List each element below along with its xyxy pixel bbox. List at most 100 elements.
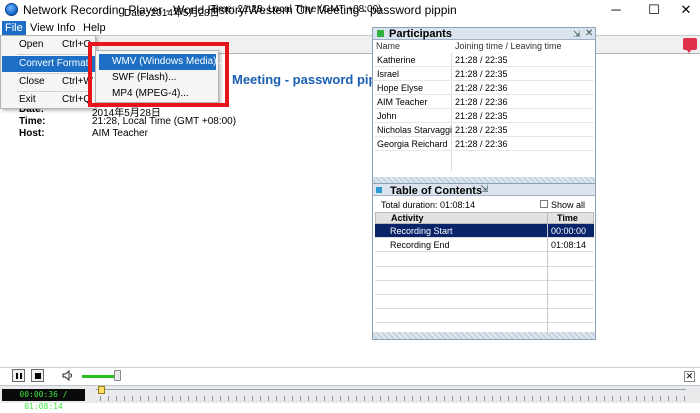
- participant-time: 21:28 / 22:35: [455, 125, 508, 135]
- app-logo-icon: [5, 3, 18, 16]
- chat-icon[interactable]: [683, 38, 697, 53]
- row-divider: [375, 308, 594, 309]
- timeline-tick: [572, 396, 573, 401]
- menu-open-label: Open: [19, 39, 44, 50]
- pin-icon[interactable]: ⇲: [573, 29, 581, 40]
- timeline-tick: [380, 396, 381, 401]
- timeline-tick: [404, 396, 405, 401]
- participant-row[interactable]: Nicholas Starvaggi 21:28 / 22:35: [374, 123, 594, 137]
- close-window-button[interactable]: ✕: [668, 0, 700, 20]
- toc-row[interactable]: Recording Start 00:00:00: [375, 224, 594, 238]
- timeline-tick: [148, 396, 149, 401]
- timeline-tick: [548, 396, 549, 401]
- timeline-tick: [228, 396, 229, 401]
- timeline-tick: [292, 396, 293, 401]
- menu-open[interactable]: Open Ctrl+O: [2, 37, 95, 53]
- host-label: Host:: [19, 128, 45, 139]
- timeline-tick: [116, 396, 117, 401]
- timeline-tick: [212, 396, 213, 401]
- panel-status-icon: [377, 30, 384, 37]
- minimize-button[interactable]: ─: [598, 0, 634, 20]
- participant-name: Georgia Reichard: [377, 139, 448, 149]
- volume-slider-thumb[interactable]: [114, 370, 121, 381]
- menu-separator: [17, 54, 93, 55]
- timeline-tick: [428, 396, 429, 401]
- toc-panel: Table of Contents ⇲ Total duration: 01:0…: [372, 183, 596, 340]
- timeline-tick: [452, 396, 453, 401]
- col-header-joining-time[interactable]: Joining time / Leaving time: [455, 41, 562, 51]
- volume-icon[interactable]: [62, 370, 74, 381]
- timeline-tick: [612, 396, 613, 401]
- participant-name: Katherine: [377, 55, 416, 65]
- menu-close-label: Close: [19, 76, 45, 87]
- timeline-tick: [204, 396, 205, 401]
- timeline-tick: [108, 396, 109, 401]
- show-all-label[interactable]: Show all: [551, 200, 585, 210]
- timeline-tick: [492, 396, 493, 401]
- seek-thumb[interactable]: [98, 386, 106, 394]
- col-header-activity[interactable]: Activity: [375, 212, 548, 224]
- pause-button[interactable]: [12, 369, 25, 382]
- resize-grip[interactable]: [373, 332, 595, 339]
- maximize-button[interactable]: ☐: [636, 0, 672, 20]
- timeline-tick: [540, 396, 541, 401]
- participant-row[interactable]: John 21:28 / 22:35: [374, 109, 594, 123]
- time-label: Time:: [19, 116, 46, 127]
- timeline-tick: [220, 396, 221, 401]
- timeline-tick: [460, 396, 461, 401]
- timeline-tick: [124, 396, 125, 401]
- timeline-tick: [348, 396, 349, 401]
- participant-row[interactable]: Hope Elyse 21:28 / 22:36: [374, 81, 594, 95]
- timeline-tick: [356, 396, 357, 401]
- participant-time: 21:28 / 22:36: [455, 83, 508, 93]
- host-value: AIM Teacher: [92, 128, 148, 139]
- timeline-tick: [668, 396, 669, 401]
- menu-convert-format-label: Convert Format: [19, 58, 89, 69]
- menu-exit-shortcut: Ctrl+Q: [62, 94, 92, 105]
- timeline-tick: [172, 396, 173, 401]
- seek-track[interactable]: [96, 389, 686, 401]
- timeline-tick: [556, 396, 557, 401]
- highlight-annotation-box: [88, 42, 229, 107]
- close-panel-icon[interactable]: ✕: [585, 28, 593, 39]
- timeline-tick: [676, 396, 677, 401]
- menu-convert-format[interactable]: Convert Format: [2, 56, 95, 72]
- time-value: 21:28, Local Time (GMT +08:00): [92, 116, 237, 127]
- file-menu-dropdown: Open Ctrl+O Convert Format Close Ctrl+W Ex…: [0, 35, 96, 109]
- menu-help[interactable]: Help: [80, 21, 109, 35]
- pin-icon[interactable]: ⇲: [480, 184, 488, 195]
- close-player-button[interactable]: ✕: [684, 371, 695, 382]
- menu-exit[interactable]: Exit Ctrl+Q: [2, 92, 95, 108]
- participant-row[interactable]: Georgia Reichard 21:28 / 22:36: [374, 137, 594, 151]
- header-date: Date: 2014年5月28日: [124, 8, 220, 19]
- time-readout: 00:00:36 / 01:08:14: [2, 389, 85, 411]
- timeline-tick: [156, 396, 157, 401]
- toc-activity: Recording End: [390, 240, 450, 250]
- show-all-checkbox[interactable]: [540, 200, 548, 208]
- participant-row[interactable]: AIM Teacher 21:28 / 22:36: [374, 95, 594, 109]
- timeline-tick: [316, 396, 317, 401]
- stop-button[interactable]: [31, 369, 44, 382]
- menu-close[interactable]: Close Ctrl+W: [2, 74, 95, 90]
- participants-panel: Participants ⇲ ✕ Name Joining time / Lea…: [372, 27, 596, 185]
- timeline-tick: [564, 396, 565, 401]
- timeline-tick: [644, 396, 645, 401]
- toc-row[interactable]: Recording End 01:08:14: [375, 238, 594, 252]
- timeline-tick: [476, 396, 477, 401]
- menu-view[interactable]: View: [27, 21, 57, 35]
- timeline-tick: [596, 396, 597, 401]
- participant-row[interactable]: Katherine 21:28 / 22:35: [374, 53, 594, 67]
- timeline-tick: [532, 396, 533, 401]
- participant-row[interactable]: Israel 21:28 / 22:35: [374, 67, 594, 81]
- menu-file[interactable]: File: [2, 21, 26, 35]
- timeline-tick: [484, 396, 485, 401]
- timeline-tick: [508, 396, 509, 401]
- volume-slider-track[interactable]: [82, 375, 116, 378]
- menu-info[interactable]: Info: [54, 21, 78, 35]
- timeline-tick: [436, 396, 437, 401]
- col-header-name[interactable]: Name: [376, 41, 400, 51]
- col-header-time[interactable]: Time: [547, 212, 594, 224]
- timeline-tick: [372, 396, 373, 401]
- timeline-tick: [140, 396, 141, 401]
- timeline-tick: [164, 396, 165, 401]
